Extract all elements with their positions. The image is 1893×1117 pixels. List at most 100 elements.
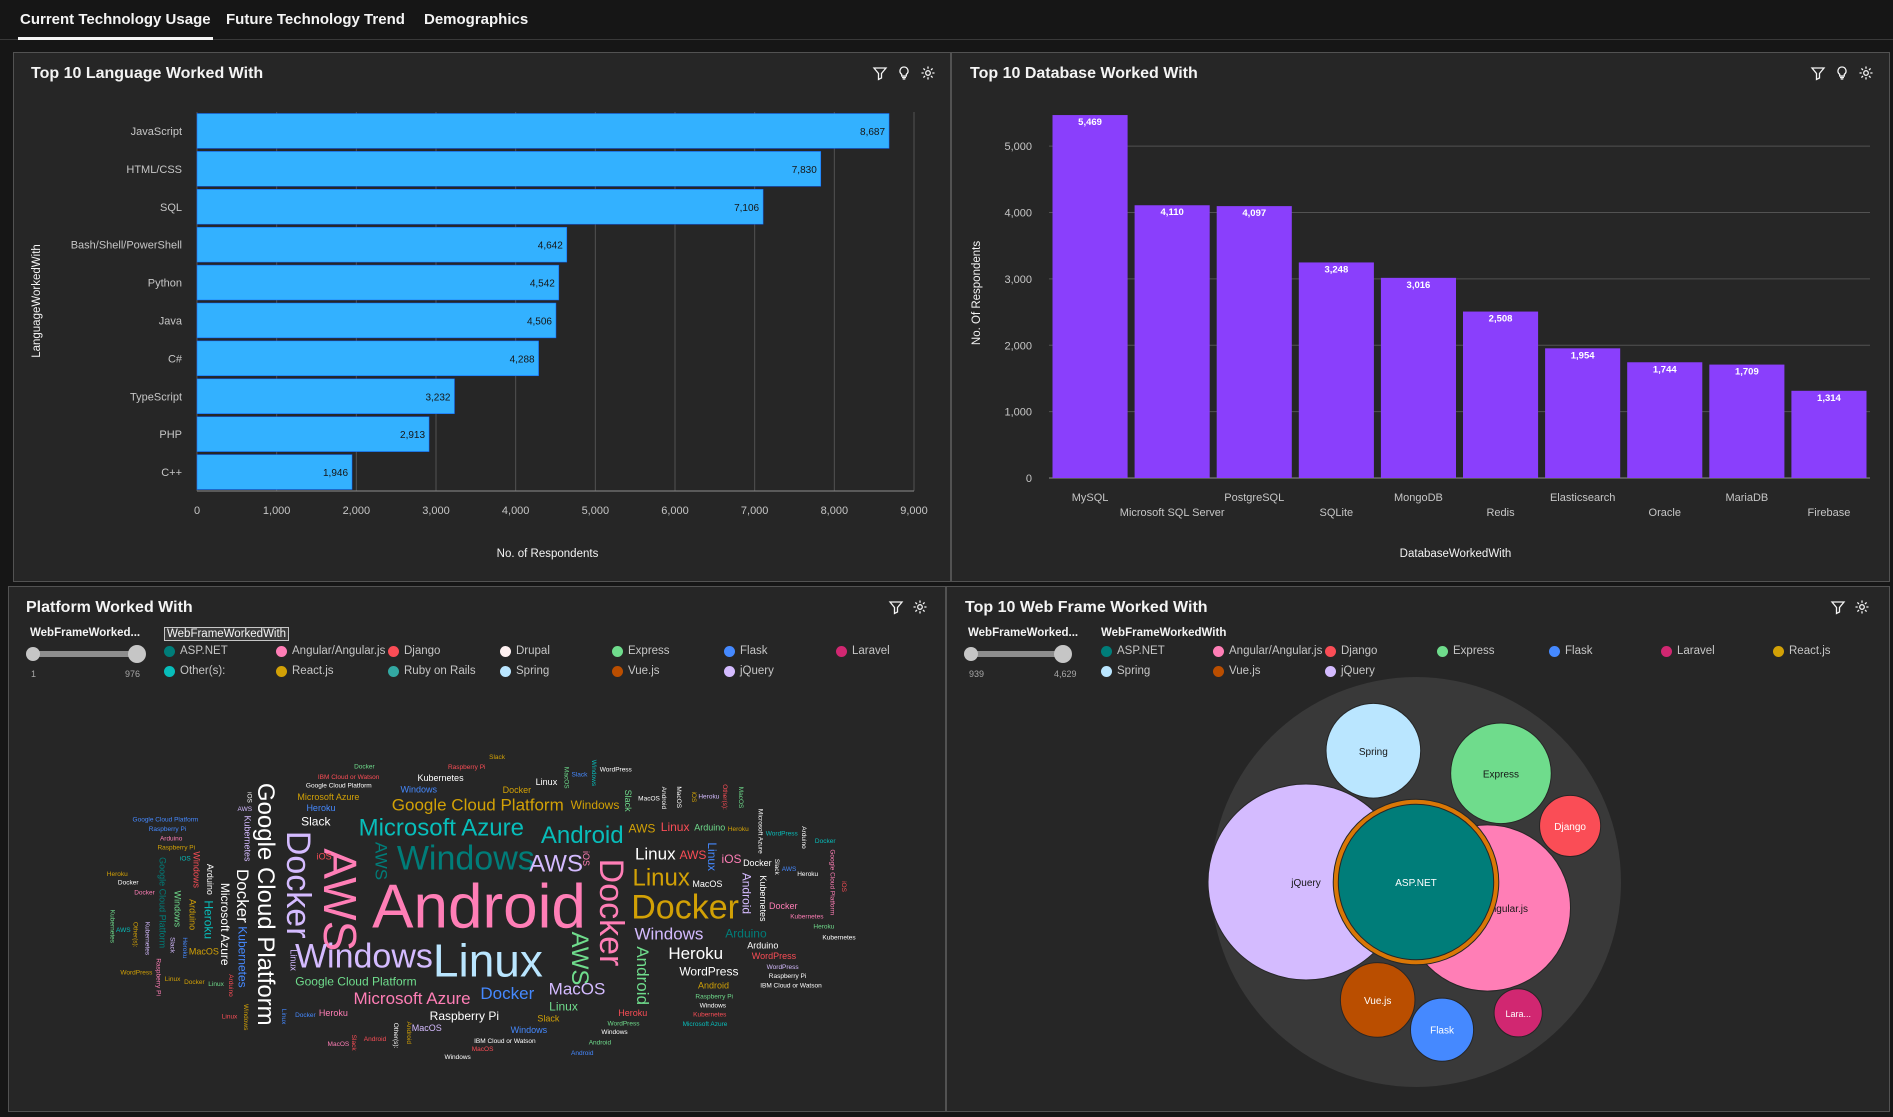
tab-current-technology-usage[interactable]: Current Technology Usage	[18, 0, 213, 40]
bar-python[interactable]	[196, 264, 560, 301]
word-android[interactable]: Android	[541, 822, 624, 849]
word-aws[interactable]: AWS	[529, 850, 583, 877]
word-microsoft-azure[interactable]: Microsoft Azure	[353, 989, 470, 1008]
word-raspberry-pi[interactable]: Raspberry Pi	[157, 844, 195, 851]
word-slack[interactable]: Slack	[537, 1014, 560, 1024]
word-google-cloud-platform[interactable]: Google Cloud Platform	[306, 782, 372, 789]
word-aws[interactable]: AWS	[782, 866, 797, 873]
word-docker[interactable]: Docker	[743, 858, 772, 868]
word-kubernetes[interactable]: Kubernetes	[418, 773, 465, 783]
word-arduino[interactable]: Arduino	[747, 941, 778, 951]
bar-mariadb[interactable]	[1709, 364, 1785, 478]
word-raspberry-pi[interactable]: Raspberry Pi	[149, 826, 187, 833]
word-slack[interactable]: Slack	[623, 790, 633, 813]
bar-mongodb[interactable]	[1380, 277, 1456, 478]
word-arduino[interactable]: Arduino	[800, 826, 807, 849]
word-macos[interactable]: MacOS	[562, 767, 569, 789]
word-google-cloud-platform[interactable]: Google Cloud Platform	[828, 849, 835, 915]
word-macos[interactable]: MacOS	[328, 1041, 350, 1048]
word-google-cloud-platform[interactable]: Google Cloud Platform	[158, 857, 168, 948]
word-other-s[interactable]: Other(s):	[721, 784, 728, 810]
word-android[interactable]: Android	[633, 946, 652, 1005]
bar-javascript[interactable]	[196, 113, 890, 149]
bar-firebase[interactable]	[1791, 390, 1867, 478]
word-slack[interactable]: Slack	[350, 1035, 357, 1052]
word-slack[interactable]: Slack	[773, 859, 780, 876]
word-docker[interactable]: Docker	[354, 763, 375, 770]
word-microsoft-azure[interactable]: Microsoft Azure	[756, 809, 763, 854]
word-wordpress[interactable]: WordPress	[767, 964, 800, 971]
word-microsoft-azure[interactable]: Microsoft Azure	[297, 792, 359, 802]
word-macos[interactable]: MacOS	[638, 795, 660, 802]
word-raspberry-pi[interactable]: Raspberry Pi	[448, 764, 486, 771]
word-linux[interactable]: Linux	[549, 999, 578, 1013]
word-heroku[interactable]: Heroku	[306, 803, 335, 813]
word-google-cloud-platform[interactable]: Google Cloud Platform	[295, 975, 416, 989]
word-aws[interactable]: AWS	[629, 821, 656, 835]
word-raspberry-pi[interactable]: Raspberry Pi	[769, 973, 807, 980]
word-linux[interactable]: Linux	[288, 949, 298, 971]
word-aws[interactable]: AWS	[314, 848, 366, 951]
bar-typescript[interactable]	[196, 378, 455, 414]
word-linux[interactable]: Linux	[433, 935, 543, 987]
word-windows[interactable]: Windows	[634, 924, 703, 943]
word-ios[interactable]: iOS	[317, 852, 332, 862]
word-ibm-cloud-or-watson[interactable]: IBM Cloud or Watson	[318, 774, 380, 781]
word-windows[interactable]: Windows	[401, 785, 438, 795]
word-android[interactable]: Android	[698, 980, 729, 990]
word-aws[interactable]: AWS	[372, 842, 391, 880]
word-android[interactable]: Android	[589, 1040, 612, 1047]
word-docker[interactable]: Docker	[503, 785, 532, 795]
word-linux[interactable]: Linux	[632, 864, 689, 891]
word-heroku[interactable]: Heroku	[319, 1008, 348, 1018]
word-raspberry-pi[interactable]: Raspberry Pi	[430, 1009, 499, 1023]
word-windows[interactable]: Windows	[601, 1029, 628, 1036]
word-arduino[interactable]: Arduino	[694, 823, 725, 833]
word-windows[interactable]: Windows	[590, 760, 597, 787]
word-android[interactable]: Android	[660, 787, 667, 810]
word-google-cloud-platform[interactable]: Google Cloud Platform	[392, 795, 564, 814]
word-wordpress[interactable]: WordPress	[766, 831, 799, 838]
word-heroku[interactable]: Heroku	[728, 826, 749, 833]
word-android[interactable]: Android	[571, 1050, 594, 1057]
bar-mysql[interactable]	[1052, 115, 1128, 478]
word-kubernetes[interactable]: Kubernetes	[144, 922, 151, 956]
word-docker[interactable]: Docker	[118, 879, 139, 886]
word-windows[interactable]: Windows	[700, 1002, 727, 1009]
word-heroku[interactable]: Heroku	[181, 937, 188, 958]
word-slack[interactable]: Slack	[301, 814, 331, 828]
word-macos[interactable]: MacOS	[675, 786, 682, 808]
word-docker[interactable]: Docker	[592, 859, 630, 967]
bar-html-css[interactable]	[196, 151, 822, 187]
word-aws[interactable]: AWS	[566, 932, 593, 986]
word-aws[interactable]: AWS	[680, 848, 707, 862]
bar-java[interactable]	[196, 302, 557, 339]
word-linux[interactable]: Linux	[222, 1013, 238, 1020]
word-ibm-cloud-or-watson[interactable]: IBM Cloud or Watson	[474, 1038, 536, 1045]
word-macos[interactable]: MacOS	[692, 879, 722, 889]
word-arduino[interactable]: Arduino	[725, 926, 767, 940]
word-ios[interactable]: iOS	[245, 792, 252, 804]
bar-sqlite[interactable]	[1298, 262, 1374, 478]
word-aws[interactable]: AWS	[238, 806, 253, 813]
word-raspberry-pi[interactable]: Raspberry Pi	[695, 993, 733, 1000]
word-wordpress[interactable]: WordPress	[120, 970, 153, 977]
word-kubernetes[interactable]: Kubernetes	[693, 1012, 727, 1019]
word-windows[interactable]: Windows	[242, 1004, 249, 1031]
word-microsoft-azure[interactable]: Microsoft Azure	[359, 815, 524, 842]
word-windows[interactable]: Windows	[571, 798, 620, 812]
word-linux[interactable]: Linux	[635, 844, 676, 863]
word-macos[interactable]: MacOS	[189, 947, 219, 957]
word-kubernetes[interactable]: Kubernetes	[242, 815, 252, 862]
word-kubernetes[interactable]: Kubernetes	[108, 910, 115, 944]
word-wordpress[interactable]: WordPress	[752, 951, 797, 961]
word-linux[interactable]: Linux	[208, 981, 224, 988]
word-ios[interactable]: iOS	[722, 852, 742, 866]
word-google-cloud-platform[interactable]: Google Cloud Platform	[133, 817, 199, 824]
word-kubernetes[interactable]: Kubernetes	[822, 935, 856, 942]
word-android[interactable]: Android	[405, 1022, 412, 1045]
word-ibm-cloud-or-watson[interactable]: IBM Cloud or Watson	[760, 982, 822, 989]
word-raspberry-pi[interactable]: Raspberry Pi	[155, 958, 162, 996]
word-ios[interactable]: iOS	[840, 881, 847, 893]
word-docker[interactable]: Docker	[279, 831, 317, 939]
